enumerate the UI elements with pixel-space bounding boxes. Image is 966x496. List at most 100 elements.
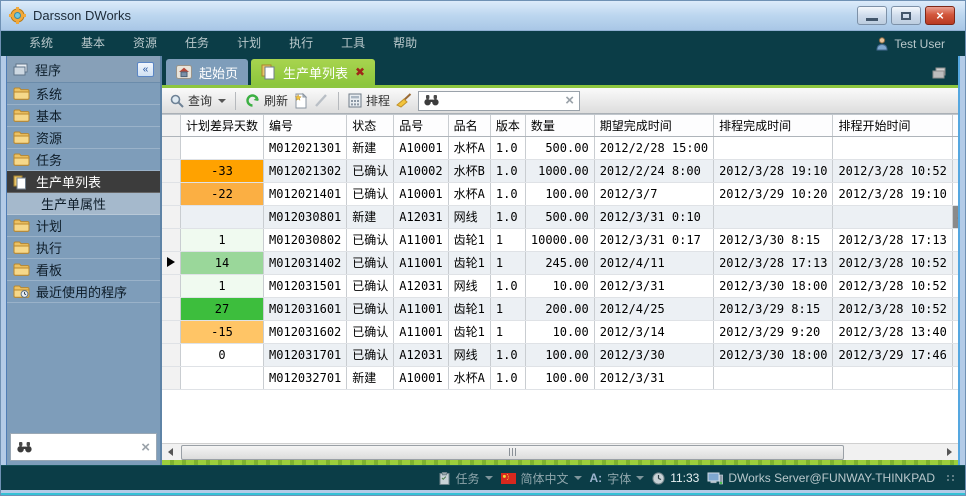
column-header[interactable]: 数量 [525,115,594,136]
column-header[interactable]: 排程完成时间 [714,115,833,136]
statusbar-server: DWorks Server@FUNWAY-THINKPAD [707,471,935,485]
current-row-indicator[interactable] [162,251,181,274]
sidebar-collapse-button[interactable]: « [137,62,154,77]
folder-icon [13,219,30,233]
scrollbar-track[interactable] [179,445,941,460]
row-selector-cell[interactable] [162,320,181,343]
row-selector-cell[interactable] [162,136,181,159]
sidebar-item-基本[interactable]: 基本 [7,105,160,127]
tab-close-icon[interactable]: ✖ [355,65,365,79]
table-row[interactable]: 27M012031601已确认A11001齿轮11200.002012/4/25… [162,297,958,320]
sidebar-item-label: 生产单列表 [36,172,101,191]
column-header[interactable]: 前 [952,115,958,136]
sidebar-item-label: 系统 [36,84,62,103]
column-header[interactable]: 计划差异天数 [181,115,264,136]
column-header[interactable]: 版本 [490,115,525,136]
row-selector-cell[interactable] [162,205,181,228]
table-row[interactable]: 14M012031402已确认A11001齿轮11245.002012/4/11… [162,251,958,274]
row-selector-cell[interactable] [162,182,181,205]
menu-item[interactable]: 计划 [223,31,275,56]
maximize-button[interactable] [891,6,921,25]
column-header[interactable]: 排程开始时间 [833,115,952,136]
table-cell: 2012/3/7 [594,182,713,205]
row-selector-cell[interactable] [162,297,181,320]
column-header[interactable]: 品名 [448,115,490,136]
table-row[interactable]: 1M012030802已确认A11001齿轮1110000.002012/3/3… [162,228,958,251]
row-selector-cell[interactable] [162,159,181,182]
table-row[interactable]: M012030801新建A12031网线1.0500.002012/3/31 0… [162,205,958,228]
minimize-button[interactable] [857,6,887,25]
sidebar-item-生产单属性[interactable]: 生产单属性 [7,193,160,215]
menu-item[interactable]: 帮助 [379,31,431,56]
table-cell: 齿轮1 [448,320,490,343]
column-header[interactable]: 编号 [264,115,347,136]
menu-item[interactable]: 基本 [67,31,119,56]
table-cell [952,274,958,297]
table-row[interactable]: -15M012031602已确认A11001齿轮1110.002012/3/14… [162,320,958,343]
table-cell [833,205,952,228]
tab-list-icon[interactable] [932,67,958,85]
sidebar-item-执行[interactable]: 执行 [7,237,160,259]
sidebar-item-计划[interactable]: 计划 [7,215,160,237]
sidebar-item-最近使用的程序[interactable]: 最近使用的程序 [7,281,160,303]
table-cell: M012031601 [264,297,347,320]
scroll-right-icon[interactable] [941,444,958,461]
user-area[interactable]: Test User [876,37,951,51]
menu-item[interactable]: 系统 [15,31,67,56]
clock-time: 11:33 [670,471,699,485]
sidebar-search-clear-icon[interactable]: × [141,439,150,456]
new-record-button[interactable] [294,93,308,109]
row-selector-cell[interactable] [162,343,181,366]
schedule-button[interactable]: 排程 [348,92,390,109]
column-header[interactable]: 状态 [347,115,394,136]
menu-item[interactable]: 资源 [119,31,171,56]
refresh-button[interactable]: 刷新 [245,92,288,109]
scrollbar-thumb[interactable] [181,445,844,460]
sidebar-item-任务[interactable]: 任务 [7,149,160,171]
tab-production-order-list[interactable]: 生产单列表 ✖ [251,59,375,85]
toolbar-search-input[interactable] [443,94,561,108]
menu-item[interactable]: 任务 [171,31,223,56]
clean-button[interactable] [396,93,412,108]
table-cell: 100.00 [525,343,594,366]
column-header[interactable]: 品号 [394,115,448,136]
sidebar-item-生产单列表[interactable]: 生产单列表 [7,171,160,193]
row-selector-cell[interactable] [162,274,181,297]
statusbar-language-menu[interactable]: 简体中文 [501,470,582,487]
table-row[interactable]: 1M012031501已确认A12031网线1.010.002012/3/312… [162,274,958,297]
column-header[interactable]: 期望完成时间 [594,115,713,136]
statusbar-font-menu[interactable]: A: 字体 [590,470,645,487]
sidebar-search-input[interactable] [32,440,141,454]
table-cell: 1.0 [490,205,525,228]
table-row[interactable]: 0M012031701已确认A12031网线1.0100.002012/3/30… [162,343,958,366]
table-cell: 1.0 [490,343,525,366]
resize-grip[interactable] [947,475,955,481]
clipboard-icon [439,472,450,485]
table-cell: 1 [490,320,525,343]
sidebar-item-资源[interactable]: 资源 [7,127,160,149]
row-selector-cell[interactable] [162,228,181,251]
table-row[interactable]: M012021301新建A10001水杯A1.0500.002012/2/28 … [162,136,958,159]
close-button[interactable]: × [925,6,955,25]
scroll-left-icon[interactable] [162,444,179,461]
edit-button[interactable] [314,93,329,108]
menu-item[interactable]: 执行 [275,31,327,56]
sidebar-item-系统[interactable]: 系统 [7,83,160,105]
tab-home[interactable]: 起始页 [166,59,248,85]
row-selector-cell[interactable] [162,366,181,389]
table-cell [952,297,958,320]
sidebar-item-看板[interactable]: 看板 [7,259,160,281]
table-row[interactable]: -33M012021302已确认A10002水杯B1.01000.002012/… [162,159,958,182]
statusbar-task-menu[interactable]: 任务 [439,470,492,487]
data-grid: 计划差异天数编号状态品号品名版本数量期望完成时间排程完成时间排程开始时间前 M0… [162,114,958,443]
table-row[interactable]: M012032701新建A10001水杯A1.0100.002012/3/31 [162,366,958,389]
query-button[interactable]: 查询 [170,92,226,109]
toolbar-search-clear-icon[interactable]: × [565,92,574,109]
table-row[interactable]: -22M012021401已确认A10001水杯A1.0100.002012/3… [162,182,958,205]
table-cell: 2012/3/30 18:00 [714,274,833,297]
sidebar-search-box: × [10,433,157,461]
horizontal-scrollbar[interactable] [162,443,958,460]
sidebar-item-label: 计划 [36,216,62,235]
programs-icon [13,63,29,76]
menu-item[interactable]: 工具 [327,31,379,56]
